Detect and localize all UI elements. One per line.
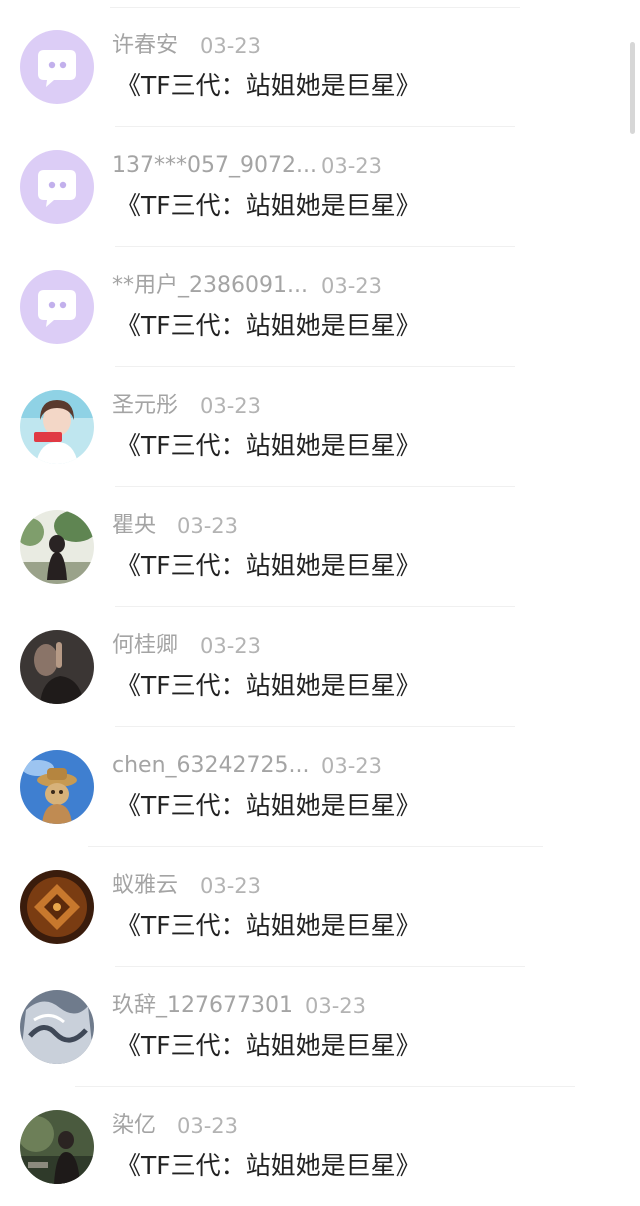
comment-date: 03-23 [177,1114,239,1138]
user-photo-avatar[interactable] [20,750,94,824]
comment-text: 《TF三代：站姐她是巨星》 [116,791,421,820]
username[interactable]: 圣元彤 [112,393,178,419]
default-chat-avatar-icon[interactable] [20,150,94,224]
list-item[interactable]: 瞿央 03-23 《TF三代：站姐她是巨星》 [0,480,640,607]
list-item[interactable]: 染亿 03-23 《TF三代：站姐她是巨星》 [0,1080,640,1200]
comment-text: 《TF三代：站姐她是巨星》 [116,431,421,460]
comment-date: 03-23 [200,634,262,658]
username[interactable]: 玖辞_127677301 [112,993,293,1019]
default-chat-avatar-icon[interactable] [20,270,94,344]
user-photo-avatar[interactable] [20,630,94,704]
username[interactable]: 蚁雅云 [112,873,178,899]
comment-date: 03-23 [200,34,262,58]
comment-text: 《TF三代：站姐她是巨星》 [116,1031,421,1060]
user-photo-avatar[interactable] [20,1110,94,1184]
comment-text: 《TF三代：站姐她是巨星》 [116,551,421,580]
comment-date: 03-23 [200,874,262,898]
comment-date: 03-23 [321,754,383,778]
list-item[interactable]: 玖辞_127677301 03-23 《TF三代：站姐她是巨星》 [0,960,640,1087]
comment-date: 03-23 [321,274,383,298]
comment-text: 《TF三代：站姐她是巨星》 [116,191,421,220]
username[interactable]: 137***057_9072... [112,153,317,179]
username[interactable]: **用户_2386091... [112,273,308,299]
user-photo-avatar[interactable] [20,990,94,1064]
list-item[interactable]: 圣元彤 03-23 《TF三代：站姐她是巨星》 [0,360,640,487]
list-item[interactable]: 何桂卿 03-23 《TF三代：站姐她是巨星》 [0,600,640,727]
comment-date: 03-23 [177,514,239,538]
list-item[interactable]: **用户_2386091... 03-23 《TF三代：站姐她是巨星》 [0,240,640,367]
username[interactable]: 何桂卿 [112,633,178,659]
comment-text: 《TF三代：站姐她是巨星》 [116,911,421,940]
comment-text: 《TF三代：站姐她是巨星》 [116,71,421,100]
comment-date: 03-23 [200,394,262,418]
username[interactable]: 瞿央 [112,513,156,539]
list-item[interactable]: 蚁雅云 03-23 《TF三代：站姐她是巨星》 [0,840,640,967]
username[interactable]: 许春安 [112,33,178,59]
comment-date: 03-23 [305,994,367,1018]
default-chat-avatar-icon[interactable] [20,30,94,104]
list-item[interactable]: chen_63242725... 03-23 《TF三代：站姐她是巨星》 [0,720,640,847]
user-photo-avatar[interactable] [20,390,94,464]
user-photo-avatar[interactable] [20,510,94,584]
username[interactable]: 染亿 [112,1113,156,1139]
list-item[interactable]: 许春安 03-23 《TF三代：站姐她是巨星》 [0,0,640,127]
username[interactable]: chen_63242725... [112,753,309,779]
comment-text: 《TF三代：站姐她是巨星》 [116,671,421,700]
list-item[interactable]: 137***057_9072... 03-23 《TF三代：站姐她是巨星》 [0,120,640,247]
comment-text: 《TF三代：站姐她是巨星》 [116,311,421,340]
user-photo-avatar[interactable] [20,870,94,944]
comment-text: 《TF三代：站姐她是巨星》 [116,1151,421,1180]
comment-date: 03-23 [321,154,383,178]
